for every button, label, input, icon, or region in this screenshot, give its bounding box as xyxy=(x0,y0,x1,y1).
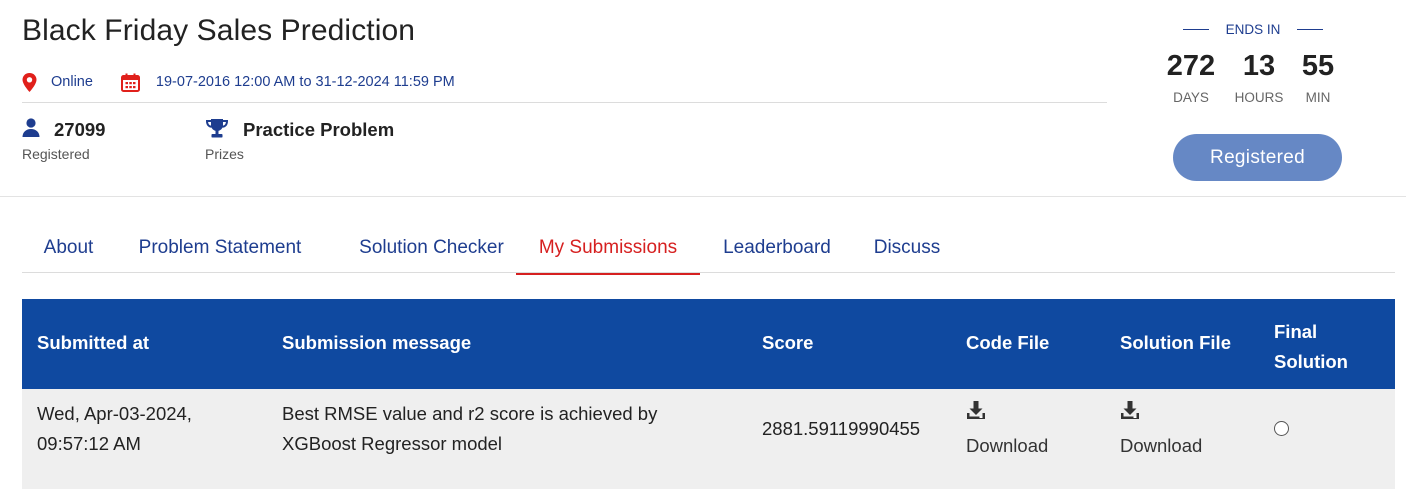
solution-file-download-link[interactable]: Download xyxy=(1120,435,1202,457)
heading-rule xyxy=(1183,29,1209,30)
header-final-solution: Final Solution xyxy=(1274,317,1348,377)
minutes-value: 55 xyxy=(1301,50,1335,82)
trophy-icon xyxy=(205,118,229,143)
tab-solution-checker[interactable]: Solution Checker xyxy=(333,228,530,273)
contest-meta: Online 19-07-2016 12:00 AM to 31-12-2024… xyxy=(22,70,455,94)
tab-my-submissions[interactable]: My Submissions xyxy=(516,228,700,275)
tab-leaderboard[interactable]: Leaderboard xyxy=(712,228,842,273)
header-submitted-at: Submitted at xyxy=(37,332,150,353)
cell-score: 2881.59119990455 xyxy=(762,418,921,439)
heading-rule xyxy=(1296,29,1323,30)
prize-label: Prizes xyxy=(205,146,244,162)
tab-about[interactable]: About xyxy=(22,228,115,273)
calendar-icon xyxy=(120,73,140,92)
tab-problem-statement[interactable]: Problem Statement xyxy=(120,228,320,273)
countdown-minutes: 55 MIN xyxy=(1293,50,1343,105)
download-icon[interactable] xyxy=(1120,400,1202,422)
cell-submission-message: Best RMSE value and r2 score is achieved… xyxy=(282,399,657,459)
location-text: Online xyxy=(51,74,93,90)
header-divider xyxy=(22,102,1107,103)
registered-label: Registered xyxy=(22,146,90,162)
submitted-date: Wed, Apr-03-2024, xyxy=(37,403,192,424)
days-value: 272 xyxy=(1166,50,1216,82)
registered-stat: 27099 Registered xyxy=(22,117,105,162)
header-submission-message: Submission message xyxy=(282,332,472,353)
download-icon[interactable] xyxy=(966,400,1048,422)
header-final-line1: Final xyxy=(1274,321,1318,342)
contest-tabs: About Problem Statement Solution Checker… xyxy=(22,228,1395,275)
cell-submitted-at: Wed, Apr-03-2024, 09:57:12 AM xyxy=(37,399,192,459)
contest-dates: 19-07-2016 12:00 AM to 31-12-2024 11:59 … xyxy=(155,74,455,90)
code-file-download[interactable]: Download xyxy=(966,400,1048,457)
final-solution-radio[interactable] xyxy=(1274,421,1289,436)
submitted-time: 09:57:12 AM xyxy=(37,433,141,454)
table-header: Submitted at Submission message Score Co… xyxy=(22,299,1395,389)
user-icon xyxy=(22,118,40,142)
prize-stat: Practice Problem Prizes xyxy=(205,117,394,162)
registered-button[interactable]: Registered xyxy=(1173,134,1342,181)
table-row: Wed, Apr-03-2024, 09:57:12 AM Best RMSE … xyxy=(22,389,1395,489)
hours-value: 13 xyxy=(1242,50,1276,82)
minutes-label: MIN xyxy=(1305,90,1331,105)
prize-value: Practice Problem xyxy=(243,119,395,140)
countdown-hours: 13 HOURS xyxy=(1230,50,1288,105)
tab-discuss[interactable]: Discuss xyxy=(863,228,951,273)
header-score: Score xyxy=(762,332,814,353)
ends-in-label: ENDS IN xyxy=(1225,22,1281,37)
message-line2: XGBoost Regressor model xyxy=(282,433,503,454)
header-code-file: Code File xyxy=(966,332,1050,353)
registered-count: 27099 xyxy=(54,119,106,140)
solution-file-download[interactable]: Download xyxy=(1120,400,1202,457)
location-pin-icon xyxy=(22,72,37,92)
hours-label: HOURS xyxy=(1234,90,1284,105)
code-file-download-link[interactable]: Download xyxy=(966,435,1048,457)
submissions-table: Submitted at Submission message Score Co… xyxy=(22,299,1395,489)
header-final-line2: Solution xyxy=(1274,351,1348,372)
ends-in-heading: ENDS IN xyxy=(1183,22,1323,37)
countdown-days: 272 DAYS xyxy=(1156,50,1226,105)
days-label: DAYS xyxy=(1173,90,1209,105)
page-title: Black Friday Sales Prediction xyxy=(22,14,416,47)
contest-header: Black Friday Sales Prediction Online 19-… xyxy=(0,0,1406,197)
header-solution-file: Solution File xyxy=(1120,332,1231,353)
message-line1: Best RMSE value and r2 score is achieved… xyxy=(282,403,658,424)
